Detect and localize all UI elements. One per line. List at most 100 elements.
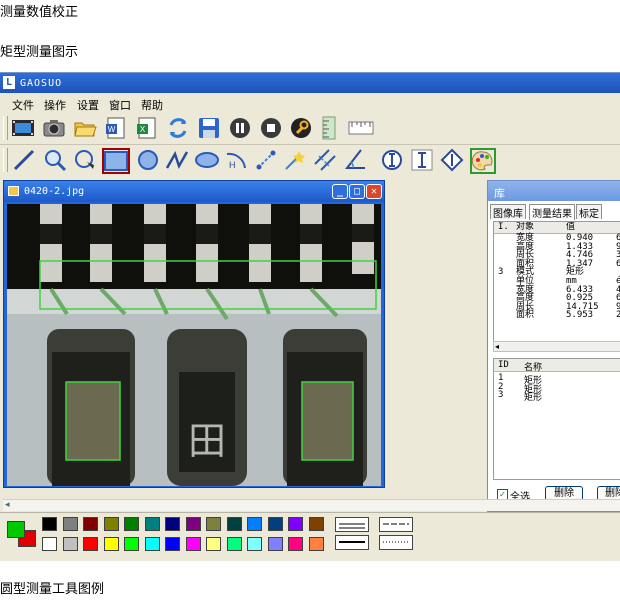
line-tool-icon[interactable] (12, 148, 36, 172)
color-swatch[interactable] (288, 537, 303, 551)
parallel-line-icon[interactable] (313, 148, 337, 172)
object-row[interactable]: 3 矩形 (494, 389, 620, 403)
color-swatch[interactable] (42, 517, 57, 531)
result-row[interactable]: 面积1.3476 (494, 259, 620, 269)
color-swatch[interactable] (144, 517, 160, 531)
toolbar-grip[interactable] (3, 116, 8, 140)
result-row[interactable]: 周长14.7159 (494, 302, 620, 312)
vertical-caliper-icon[interactable] (410, 148, 434, 172)
color-palette-icon[interactable] (470, 148, 496, 174)
color-swatch[interactable] (226, 537, 242, 551)
color-swatch[interactable] (206, 537, 221, 551)
result-row[interactable]: 面积 5.953 2 (494, 311, 620, 320)
pcb-photo[interactable]: 田 (7, 204, 381, 486)
color-swatch[interactable] (124, 537, 139, 551)
color-swatch[interactable] (308, 537, 324, 551)
horizontal-ruler-icon[interactable] (348, 116, 374, 140)
tab-measure-results[interactable]: 测量结果 (529, 204, 575, 220)
color-swatch[interactable] (83, 537, 98, 551)
tab-image-library[interactable]: 图像库 (490, 204, 526, 220)
word-export-icon[interactable]: W (104, 116, 128, 140)
object-row[interactable]: 2 矩形 (494, 381, 620, 395)
color-swatch[interactable] (62, 537, 78, 551)
menu-settings[interactable]: 设置 (77, 97, 99, 113)
result-row[interactable]: 高度0.9256 (494, 294, 620, 303)
refresh-icon[interactable] (166, 116, 190, 140)
minimize-button[interactable]: _ (332, 184, 348, 199)
diamond-caliper-icon[interactable] (440, 148, 464, 172)
color-swatch[interactable] (103, 517, 119, 531)
color-swatch[interactable] (288, 517, 303, 531)
results-col-index[interactable]: I. (498, 223, 509, 232)
vertical-ruler-icon[interactable] (319, 116, 343, 140)
color-swatch[interactable] (144, 537, 160, 551)
color-swatch[interactable] (124, 517, 139, 531)
rectangle-tool-icon[interactable] (102, 148, 130, 174)
color-swatch[interactable] (165, 517, 180, 531)
color-swatch[interactable] (267, 537, 283, 551)
color-swatch[interactable] (103, 537, 119, 551)
menu-help[interactable]: 帮助 (141, 97, 163, 113)
result-row[interactable]: 周长4.7463 (494, 251, 620, 260)
results-table[interactable]: I. 对象 值 宽度0.9406高度1.4339周长4.7463面积1.3476… (493, 221, 620, 343)
primary-color-swatch[interactable] (7, 521, 25, 538)
circle-tool-icon[interactable] (136, 148, 160, 172)
zoom-icon[interactable] (43, 148, 67, 172)
wrench-icon[interactable] (289, 116, 313, 140)
current-colors[interactable] (4, 517, 37, 549)
ellipse-tool-icon[interactable] (195, 148, 219, 172)
scroll-left-arrow-icon[interactable]: ◂ (5, 499, 10, 510)
tab-calibration[interactable]: 标定 (576, 204, 602, 220)
excel-export-icon[interactable]: X (135, 116, 159, 140)
save-icon[interactable] (197, 116, 221, 140)
color-swatch[interactable] (185, 537, 201, 551)
line-style-dashed[interactable] (379, 517, 413, 532)
line-distance-icon[interactable] (283, 148, 307, 172)
polyline-tool-icon[interactable] (165, 148, 189, 172)
close-button[interactable]: ✕ (366, 184, 382, 199)
results-col-value[interactable]: 值 (566, 223, 575, 232)
menu-window[interactable]: 窗口 (109, 97, 131, 113)
library-titlebar[interactable]: 库 (488, 181, 620, 201)
point-distance-icon[interactable] (254, 148, 278, 172)
objects-table[interactable]: ID 名称 1 矩形 2 矩形 3 矩形 (493, 358, 620, 480)
color-swatch[interactable] (247, 537, 262, 551)
color-swatch[interactable] (267, 517, 283, 531)
object-row[interactable]: 1 矩形 (494, 372, 620, 386)
result-row[interactable]: 3 模式 矩形 (494, 268, 620, 277)
arc-tool-icon[interactable]: H (224, 148, 248, 172)
line-style-solid-thin[interactable] (335, 517, 369, 532)
toolbar-grip[interactable] (3, 148, 8, 172)
results-horizontal-scrollbar[interactable]: ◂ (493, 341, 620, 352)
color-swatch[interactable] (206, 517, 221, 531)
film-icon[interactable] (11, 116, 35, 140)
menu-operate[interactable]: 操作 (44, 97, 66, 113)
main-horizontal-scrollbar[interactable]: ◂ (3, 499, 620, 511)
color-swatch[interactable] (226, 517, 242, 531)
color-swatch[interactable] (185, 517, 201, 531)
result-row[interactable]: 宽度0.9406 (494, 234, 620, 243)
results-col-object[interactable]: 对象 (516, 223, 534, 232)
color-swatch[interactable] (165, 537, 180, 551)
image-window-titlebar[interactable]: 0420-2.jpg _ □ ✕ (4, 181, 384, 202)
maximize-button[interactable]: □ (349, 184, 365, 199)
result-row[interactable]: 高度1.4339 (494, 242, 620, 252)
pause-icon[interactable] (228, 116, 252, 140)
color-swatch[interactable] (42, 537, 57, 551)
camera-icon[interactable] (42, 116, 66, 140)
objects-col-id[interactable]: ID (498, 360, 509, 370)
horizontal-caliper-icon[interactable] (380, 148, 404, 172)
result-row[interactable]: 单位mmé (494, 277, 620, 286)
open-folder-icon[interactable] (73, 116, 97, 140)
color-swatch[interactable] (83, 517, 98, 531)
color-swatch[interactable] (247, 517, 262, 531)
line-style-solid-thick[interactable] (335, 535, 369, 550)
circle-select-icon[interactable] (73, 148, 97, 172)
scroll-left-arrow-icon[interactable]: ◂ (495, 342, 499, 351)
color-swatch[interactable] (62, 517, 78, 531)
result-row[interactable]: 宽度6.4334 (494, 285, 620, 295)
stop-icon[interactable] (259, 116, 283, 140)
color-swatch[interactable] (308, 517, 324, 531)
menu-file[interactable]: 文件 (12, 97, 34, 113)
angle-tool-icon[interactable] (343, 148, 367, 172)
